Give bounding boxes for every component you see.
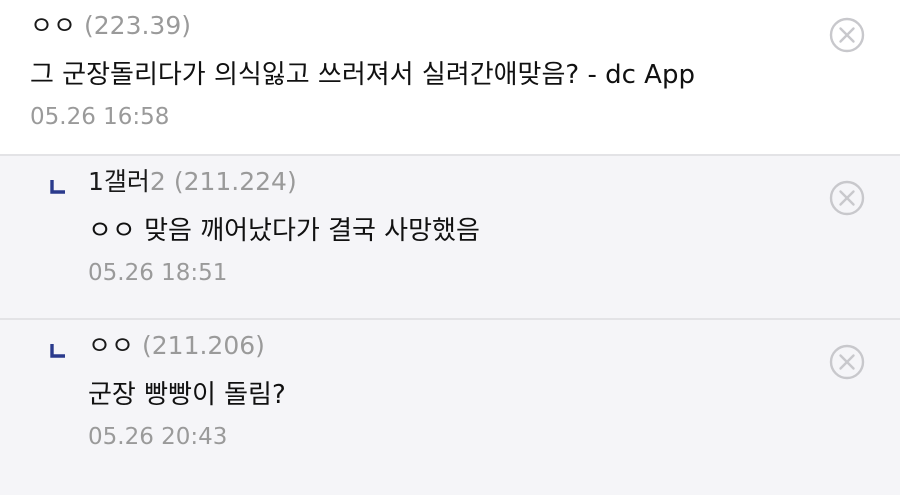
comment-author: ㅇㅇ (223.39) <box>30 10 191 42</box>
nickname[interactable]: ㅇㅇ <box>30 11 76 40</box>
delete-button[interactable] <box>829 344 865 380</box>
comment-author: ㅇㅇ (211.206) <box>88 330 265 362</box>
delete-button[interactable] <box>829 180 865 216</box>
comment-text: ㅇㅇ 맞음 깨어났다가 결국 사망했음 <box>88 216 480 246</box>
comment-item: ㅇㅇ (223.39) 그 군장돌리다가 의식잃고 쓰러져서 실려간애맞음? - … <box>0 0 900 156</box>
ip-address: (223.39) <box>84 11 191 40</box>
nickname-suffix: 2 <box>149 167 166 196</box>
ip-address: (211.206) <box>142 331 265 360</box>
comment-date: 05.26 16:58 <box>30 104 170 130</box>
close-circle-icon <box>829 180 865 216</box>
close-circle-icon <box>829 17 865 53</box>
reply-item: 1갤러2 (211.224) ㅇㅇ 맞음 깨어났다가 결국 사망했음 05.26 … <box>0 156 900 320</box>
delete-button[interactable] <box>829 17 865 53</box>
close-circle-icon <box>829 344 865 380</box>
nickname[interactable]: 1갤러 <box>88 167 150 196</box>
reply-item: ㅇㅇ (211.206) 군장 빵빵이 돌림? 05.26 20:43 <box>0 320 900 495</box>
ip-address: (211.224) <box>173 167 297 196</box>
comment-text: 군장 빵빵이 돌림? <box>88 380 286 410</box>
comment-author: 1갤러2 (211.224) <box>88 166 297 198</box>
comment-text: 그 군장돌리다가 의식잃고 쓰러져서 실려간애맞음? - dc App <box>30 60 695 90</box>
comment-date: 05.26 20:43 <box>88 424 228 450</box>
reply-arrow-icon <box>50 180 65 194</box>
reply-arrow-icon <box>50 344 65 358</box>
nickname[interactable]: ㅇㅇ <box>88 331 134 360</box>
comment-date: 05.26 18:51 <box>88 260 228 286</box>
